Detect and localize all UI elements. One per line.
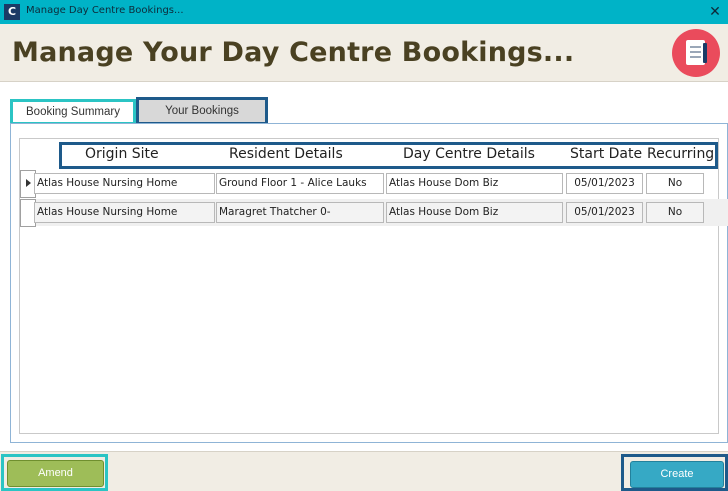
cell-recurring[interactable]: No: [646, 173, 704, 194]
booking-clipboard-icon: [672, 29, 720, 77]
column-header-start-date[interactable]: Start Date: [570, 146, 642, 162]
cell-resident-details[interactable]: Ground Floor 1 - Alice Lauks: [216, 173, 384, 194]
document-line: [690, 46, 701, 48]
cell-recurring[interactable]: No: [646, 202, 704, 223]
page-title: Manage Your Day Centre Bookings...: [12, 37, 575, 68]
cell-start-date[interactable]: 05/01/2023: [566, 173, 643, 194]
cell-origin-site[interactable]: Atlas House Nursing Home: [34, 202, 215, 223]
document-line: [690, 51, 701, 53]
document-line: [690, 56, 701, 58]
cell-day-centre-details[interactable]: Atlas House Dom Biz: [386, 202, 563, 223]
column-header-recurring[interactable]: Recurring: [647, 146, 714, 162]
create-button[interactable]: Create: [630, 461, 724, 488]
page-header: Manage Your Day Centre Bookings...: [0, 24, 728, 82]
tab-your-bookings[interactable]: Your Bookings: [136, 97, 268, 125]
current-row-arrow-icon: [26, 179, 31, 187]
close-button[interactable]: ✕: [706, 2, 724, 22]
footer-bar: [0, 451, 728, 491]
column-header-origin-site[interactable]: Origin Site: [85, 146, 159, 162]
amend-button[interactable]: Amend: [7, 460, 104, 487]
cell-resident-details[interactable]: Maragret Thatcher 0-: [216, 202, 384, 223]
window-titlebar: C Manage Day Centre Bookings... ✕: [0, 0, 728, 24]
app-logo-icon: C: [4, 4, 20, 20]
cell-day-centre-details[interactable]: Atlas House Dom Biz: [386, 173, 563, 194]
column-header-resident-details[interactable]: Resident Details: [229, 146, 343, 162]
cell-start-date[interactable]: 05/01/2023: [566, 202, 643, 223]
pen-shape: [703, 43, 707, 63]
column-header-day-centre-details[interactable]: Day Centre Details: [403, 146, 535, 162]
tab-booking-summary[interactable]: Booking Summary: [10, 99, 136, 125]
window-title: Manage Day Centre Bookings...: [26, 5, 184, 16]
cell-origin-site[interactable]: Atlas House Nursing Home: [34, 173, 215, 194]
